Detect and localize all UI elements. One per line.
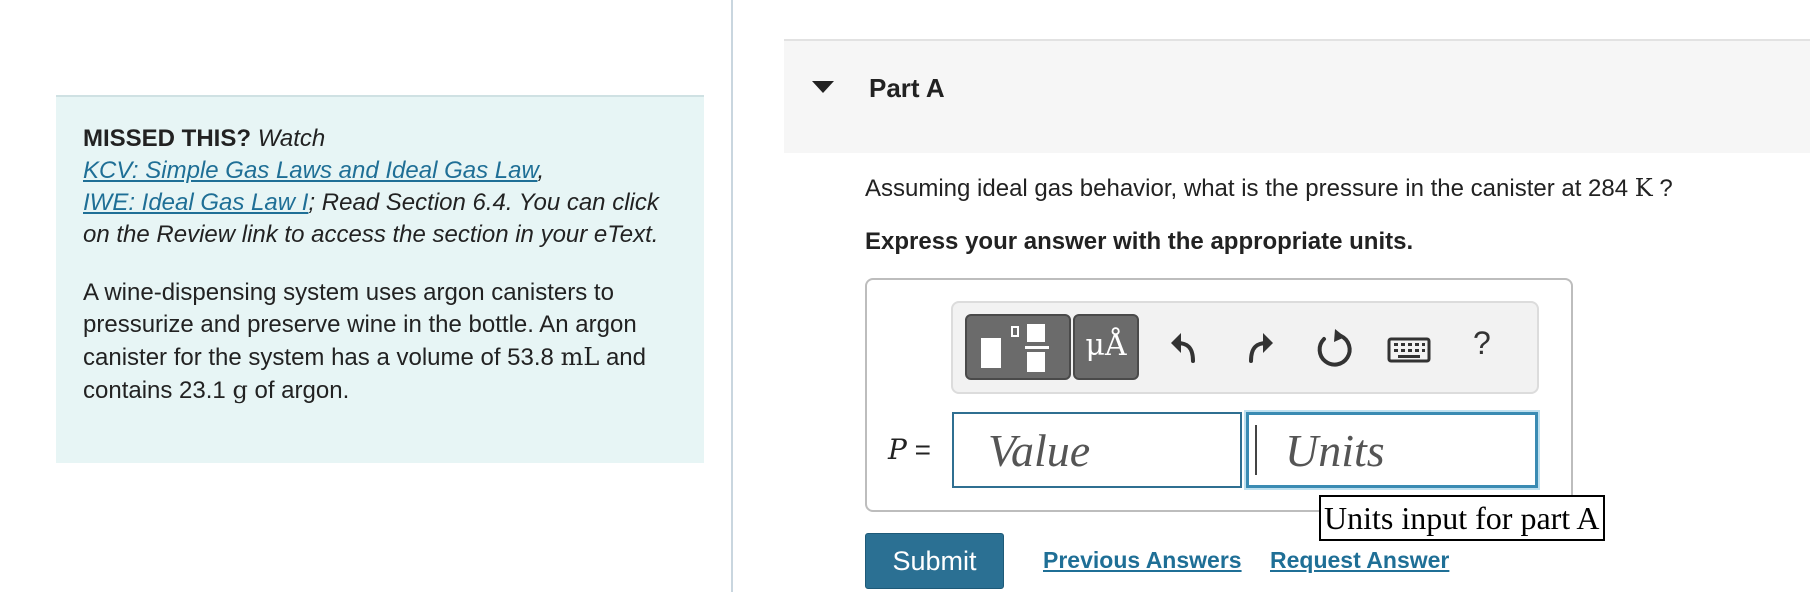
templates-button[interactable] [965,314,1071,380]
text-caret [1255,425,1257,475]
watch-text: Watch [257,125,326,152]
problem-text-3: of argon. [254,377,350,404]
reset-icon[interactable] [1311,327,1355,371]
units-glyph: μÅ [1085,328,1127,363]
kcv-video-link[interactable]: KCV: Simple Gas Laws and Ideal Gas Law [83,157,537,184]
value-input[interactable] [952,412,1242,488]
units-tooltip: Units input for part A [1319,495,1605,541]
collapse-caret-icon[interactable] [812,81,834,93]
variable-label: P = [888,433,931,466]
keyboard-icon[interactable] [1385,327,1433,371]
question-unit-k: K [1634,174,1653,202]
missed-this-text: MISSED THIS? Watch KCV: Simple Gas Laws … [83,123,678,251]
question-mark: ? [1659,175,1673,202]
question-text: Assuming ideal gas behavior, what is the… [865,174,1673,203]
variable-p: P [888,433,907,466]
units-button[interactable]: μÅ [1073,314,1139,380]
submit-button[interactable]: Submit [865,533,1004,589]
unit-g: g [232,376,248,404]
comma: , [537,157,545,184]
unit-ml: mL [560,343,600,371]
request-answer-link[interactable]: Request Answer [1270,547,1449,574]
missed-label: MISSED THIS? [83,125,252,152]
problem-text-1: A wine-dispensing system uses argon cani… [83,279,637,371]
math-toolbar: μÅ ? [951,301,1539,394]
part-title: Part A [869,73,945,103]
previous-answers-link[interactable]: Previous Answers [1043,547,1242,574]
question-body: Assuming ideal gas behavior, what is the… [865,175,1629,202]
equals-sign: = [906,434,931,465]
iwe-video-link[interactable]: IWE: Ideal Gas Law I [83,189,308,216]
missed-this-panel: MISSED THIS? Watch KCV: Simple Gas Laws … [56,95,704,463]
part-a-header[interactable]: Part A [784,39,1810,153]
instruction-text: Express your answer with the appropriate… [865,228,1414,255]
undo-icon[interactable] [1163,327,1207,371]
page: MISSED THIS? Watch KCV: Simple Gas Laws … [0,0,1810,592]
units-input[interactable] [1246,412,1538,488]
problem-statement: A wine-dispensing system uses argon cani… [83,277,678,407]
help-button[interactable]: ? [1473,325,1491,362]
column-divider [731,0,733,592]
redo-icon[interactable] [1237,327,1281,371]
